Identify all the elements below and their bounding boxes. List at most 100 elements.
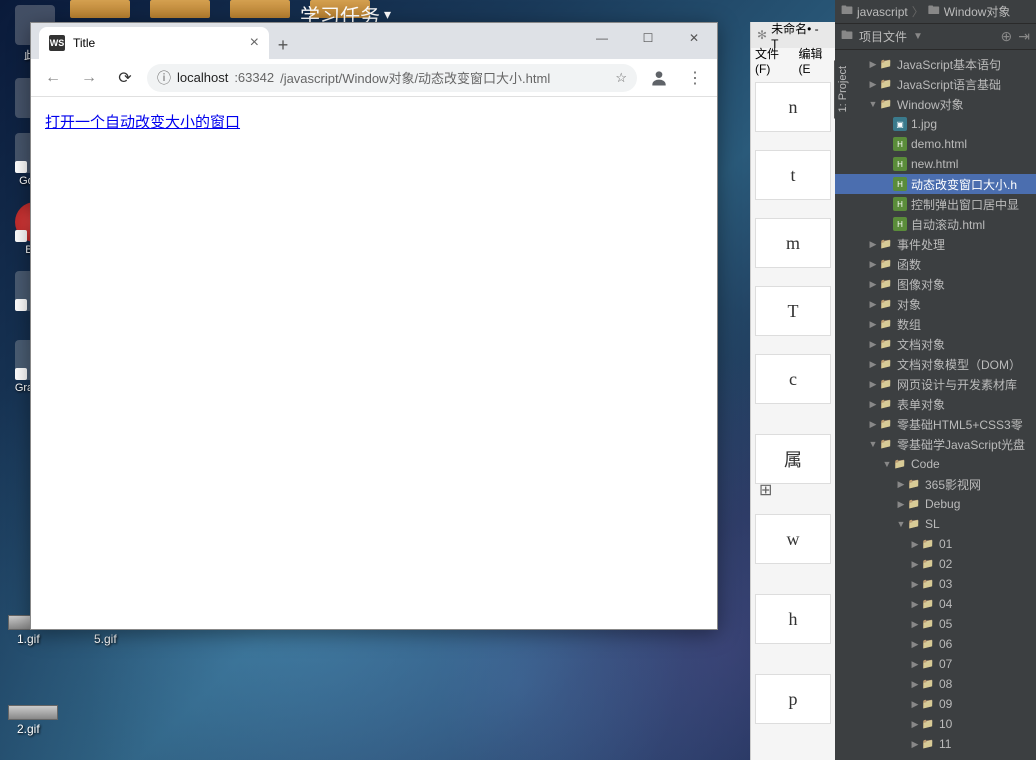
tree-arrow-icon[interactable] — [895, 499, 907, 510]
tree-item-folder[interactable]: 09 — [835, 694, 1036, 714]
tree-item-folder[interactable]: 对象 — [835, 294, 1036, 314]
kebab-menu-icon[interactable]: ⋮ — [681, 64, 709, 92]
back-button[interactable]: ← — [39, 64, 67, 92]
tree-item-folder[interactable]: 事件处理 — [835, 234, 1036, 254]
tree-arrow-icon[interactable] — [867, 379, 879, 390]
forward-button[interactable]: → — [75, 64, 103, 92]
menu-file[interactable]: 文件(F) — [755, 45, 791, 76]
tree-item-folder[interactable]: 网页设计与开发素材库 — [835, 374, 1036, 394]
url-input[interactable]: ⓘ localhost:63342/javascript/Window对象/动态… — [147, 64, 637, 92]
grid-icon[interactable]: ⊞ — [759, 480, 777, 498]
browser-tab[interactable]: WS Title × — [39, 27, 269, 59]
gif-thumb-2[interactable] — [8, 705, 58, 720]
tree-item-folder[interactable]: 表单对象 — [835, 394, 1036, 414]
tree-arrow-icon[interactable] — [867, 99, 879, 109]
tree-item-folder[interactable]: JavaScript基本语句 — [835, 54, 1036, 74]
tree-arrow-icon[interactable] — [867, 239, 879, 250]
minimize-button[interactable]: ― — [579, 23, 625, 53]
tree-arrow-icon[interactable] — [909, 619, 921, 630]
tree-item-folder[interactable]: 文档对象模型（DOM） — [835, 354, 1036, 374]
tree-arrow-icon[interactable] — [895, 479, 907, 490]
doc-block[interactable]: m — [755, 218, 831, 268]
tree-item-folder[interactable]: 零基础学JavaScript光盘 — [835, 434, 1036, 454]
breadcrumb-item[interactable]: javascript — [857, 5, 908, 19]
tree-arrow-icon[interactable] — [895, 519, 907, 529]
bookmark-icon[interactable]: ☆ — [615, 70, 627, 86]
tree-item-folder[interactable]: Window对象 — [835, 94, 1036, 114]
tree-arrow-icon[interactable] — [909, 699, 921, 710]
tree-item-label: 02 — [939, 557, 952, 571]
tree-arrow-icon[interactable] — [909, 659, 921, 670]
tree-arrow-icon[interactable] — [867, 439, 879, 449]
tree-arrow-icon[interactable] — [909, 599, 921, 610]
tree-item-folder[interactable]: 10 — [835, 714, 1036, 734]
tree-arrow-icon[interactable] — [909, 559, 921, 570]
tree-arrow-icon[interactable] — [867, 59, 879, 70]
tree-item-folder[interactable]: 01 — [835, 534, 1036, 554]
tree-item-folder[interactable]: 365影视网 — [835, 474, 1036, 494]
tree-arrow-icon[interactable] — [881, 459, 893, 469]
tree-arrow-icon[interactable] — [909, 639, 921, 650]
doc-block[interactable]: c — [755, 354, 831, 404]
tree-item-folder[interactable]: 数组 — [835, 314, 1036, 334]
tree-item-folder[interactable]: 07 — [835, 654, 1036, 674]
doc-block[interactable]: p — [755, 674, 831, 724]
project-dropdown[interactable]: 项目文件 — [859, 28, 907, 45]
tree-item-html[interactable]: 动态改变窗口大小.h — [835, 174, 1036, 194]
tree-item-folder[interactable]: 零基础HTML5+CSS3零 — [835, 414, 1036, 434]
doc-block[interactable]: n — [755, 82, 831, 132]
doc-block[interactable]: 属 — [755, 434, 831, 484]
breadcrumb-item[interactable]: Window对象 — [944, 3, 1011, 20]
tree-arrow-icon[interactable] — [867, 259, 879, 270]
project-tool-tab[interactable]: 1: Project — [834, 60, 851, 118]
tree-arrow-icon[interactable] — [867, 359, 879, 370]
doc-block[interactable]: T — [755, 286, 831, 336]
tree-arrow-icon[interactable] — [909, 739, 921, 750]
tree-item-html[interactable]: demo.html — [835, 134, 1036, 154]
doc-block[interactable]: w — [755, 514, 831, 564]
user-profile-icon[interactable] — [645, 64, 673, 92]
reload-button[interactable]: ⟳ — [111, 64, 139, 92]
tree-item-folder[interactable]: SL — [835, 514, 1036, 534]
new-tab-button[interactable]: + — [269, 31, 297, 59]
tree-arrow-icon[interactable] — [867, 299, 879, 310]
doc-block[interactable]: t — [755, 150, 831, 200]
site-info-icon[interactable]: ⓘ — [157, 68, 171, 88]
tree-item-folder[interactable]: 02 — [835, 554, 1036, 574]
tree-arrow-icon[interactable] — [867, 279, 879, 290]
tree-arrow-icon[interactable] — [867, 419, 879, 430]
tree-item-folder[interactable]: 06 — [835, 634, 1036, 654]
tree-arrow-icon[interactable] — [909, 579, 921, 590]
tree-item-folder[interactable]: Debug — [835, 494, 1036, 514]
tree-item-folder[interactable]: 图像对象 — [835, 274, 1036, 294]
project-tree: JavaScript基本语句JavaScript语言基础Window对象1.jp… — [835, 50, 1036, 758]
doc-block[interactable]: h — [755, 594, 831, 644]
tree-item-folder[interactable]: 05 — [835, 614, 1036, 634]
tree-item-folder[interactable]: 08 — [835, 674, 1036, 694]
tree-item-folder[interactable]: JavaScript语言基础 — [835, 74, 1036, 94]
tree-arrow-icon[interactable] — [909, 719, 921, 730]
tree-item-folder[interactable]: 03 — [835, 574, 1036, 594]
tree-item-folder[interactable]: Code — [835, 454, 1036, 474]
tree-arrow-icon[interactable] — [867, 79, 879, 90]
target-icon[interactable]: ⊕ — [1001, 28, 1013, 45]
tree-item-folder[interactable]: 11 — [835, 734, 1036, 754]
page-link[interactable]: 打开一个自动改变大小的窗口 — [45, 114, 240, 131]
tree-item-img[interactable]: 1.jpg — [835, 114, 1036, 134]
close-window-button[interactable]: ✕ — [671, 23, 717, 53]
tree-arrow-icon[interactable] — [867, 319, 879, 330]
tree-item-html[interactable]: 控制弹出窗口居中显 — [835, 194, 1036, 214]
tree-arrow-icon[interactable] — [909, 539, 921, 550]
tree-item-html[interactable]: 自动滚动.html — [835, 214, 1036, 234]
tree-arrow-icon[interactable] — [909, 679, 921, 690]
tree-arrow-icon[interactable] — [867, 339, 879, 350]
menu-edit[interactable]: 编辑(E — [799, 45, 832, 76]
collapse-icon[interactable]: ⇥ — [1018, 28, 1030, 45]
tree-item-folder[interactable]: 函数 — [835, 254, 1036, 274]
tree-item-html[interactable]: new.html — [835, 154, 1036, 174]
maximize-button[interactable]: ☐ — [625, 23, 671, 53]
tree-item-folder[interactable]: 04 — [835, 594, 1036, 614]
tree-arrow-icon[interactable] — [867, 399, 879, 410]
close-tab-icon[interactable]: × — [250, 34, 259, 52]
tree-item-folder[interactable]: 文档对象 — [835, 334, 1036, 354]
